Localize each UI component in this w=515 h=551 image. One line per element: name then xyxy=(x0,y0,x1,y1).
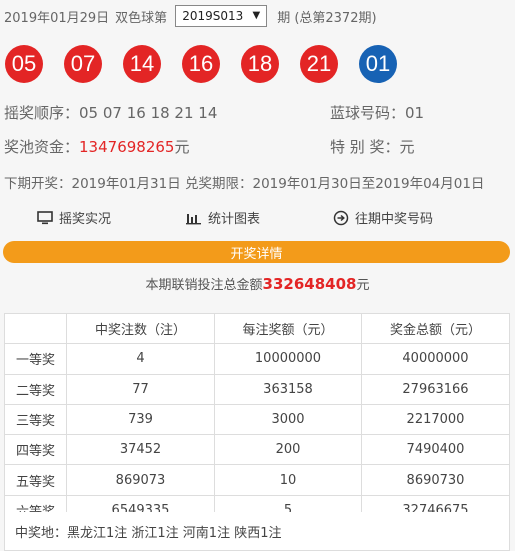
draw-header: 2019年01月29日 双色球第 2019S013 ▼ 期 (总第2372期) xyxy=(4,4,377,28)
total-sales-unit: 元 xyxy=(356,278,370,293)
stats-chart-label: 统计图表 xyxy=(208,212,261,227)
winner-count: 739 xyxy=(66,403,215,436)
prize-table: 中奖注数（注） 每注奖额（元） 奖金总额（元） 一等奖 4 10000000 4… xyxy=(4,312,510,527)
arrow-circle-icon xyxy=(333,210,349,225)
red-ball: 05 xyxy=(5,45,43,83)
special-prize: 特 别 奖：元 xyxy=(330,136,415,157)
draw-order: 摇奖顺序：05 07 16 18 21 14 xyxy=(4,102,217,123)
prize-level: 一等奖 xyxy=(4,343,67,375)
blue-number-label: 蓝球号码： xyxy=(330,104,406,122)
red-ball: 14 xyxy=(123,45,161,83)
total-sales-amount: 332648408 xyxy=(262,275,357,293)
total-sales-label: 本期联销投注总金额 xyxy=(145,278,263,293)
live-draw-label: 摇奖实况 xyxy=(59,212,112,227)
prize-level: 四等奖 xyxy=(4,434,67,466)
prize-per-bet: 200 xyxy=(214,434,362,466)
table-header: 奖金总额（元） xyxy=(361,312,510,345)
prize-pool: 奖池资金：1347698265元 xyxy=(4,136,189,157)
winning-regions-text: 中奖地：黑龙江1注 浙江1注 河南1注 陕西1注 xyxy=(15,526,282,541)
table-row: 三等奖 739 3000 2217000 xyxy=(4,403,510,436)
red-ball: 21 xyxy=(300,45,338,83)
table-header: 中奖注数（注） xyxy=(66,312,215,345)
special-prize-value: 元 xyxy=(399,138,415,156)
game-name: 双色球第 xyxy=(115,10,168,26)
winner-count: 4 xyxy=(66,343,215,375)
table-row: 五等奖 869073 10 8690730 xyxy=(4,464,510,496)
prize-total: 27963166 xyxy=(361,373,510,405)
draw-period-value: 2019S013 xyxy=(182,9,244,23)
table-row: 四等奖 37452 200 7490400 xyxy=(4,434,510,466)
table-row: 二等奖 77 363158 27963166 xyxy=(4,373,510,405)
draw-order-value: 05 07 16 18 21 14 xyxy=(79,104,218,122)
table-header: 每注奖额（元） xyxy=(214,312,362,345)
history-link[interactable]: 往期中奖号码 xyxy=(333,208,433,227)
prize-total: 7490400 xyxy=(361,434,510,466)
prize-total: 2217000 xyxy=(361,403,510,436)
blue-number: 蓝球号码：01 xyxy=(330,102,424,123)
table-header-row: 中奖注数（注） 每注奖额（元） 奖金总额（元） xyxy=(4,312,510,345)
live-draw-link[interactable]: 摇奖实况 xyxy=(37,208,111,227)
prize-pool-value: 1347698265 xyxy=(79,138,175,156)
blue-number-value: 01 xyxy=(405,104,425,122)
special-prize-label: 特 别 奖： xyxy=(330,138,400,156)
blue-ball: 01 xyxy=(359,45,397,83)
prize-level: 二等奖 xyxy=(4,373,67,405)
stats-chart-link[interactable]: 统计图表 xyxy=(186,208,260,227)
red-ball: 16 xyxy=(182,45,220,83)
draw-details-bar[interactable]: 开奖详情 xyxy=(3,241,510,263)
winner-count: 37452 xyxy=(66,434,215,466)
total-sales: 本期联销投注总金额332648408元 xyxy=(0,274,515,293)
red-ball: 07 xyxy=(64,45,102,83)
prize-level: 三等奖 xyxy=(4,403,67,436)
bar-chart-icon xyxy=(186,213,201,224)
prize-pool-unit: 元 xyxy=(174,138,190,156)
prize-per-bet: 10 xyxy=(214,464,362,496)
prize-pool-label: 奖池资金： xyxy=(4,138,80,156)
chevron-down-icon: ▼ xyxy=(252,10,261,21)
draw-order-label: 摇奖顺序： xyxy=(4,104,80,122)
table-row: 一等奖 4 10000000 40000000 xyxy=(4,343,510,375)
prize-level: 五等奖 xyxy=(4,464,67,496)
winner-count: 869073 xyxy=(66,464,215,496)
prize-per-bet: 3000 xyxy=(214,403,362,436)
winning-regions: 中奖地：黑龙江1注 浙江1注 河南1注 陕西1注 xyxy=(4,512,510,551)
prize-per-bet: 363158 xyxy=(214,373,362,405)
next-draw-info: 下期开奖：2019年01月31日 兑奖期限：2019年01月30日至2019年0… xyxy=(4,176,485,192)
prize-per-bet: 10000000 xyxy=(214,343,362,375)
monitor-icon xyxy=(37,210,53,224)
red-ball: 18 xyxy=(241,45,279,83)
prize-total: 40000000 xyxy=(361,343,510,375)
nav-links: 摇奖实况 统计图表 往期中奖号码 xyxy=(0,208,515,230)
draw-period-select[interactable]: 2019S013 ▼ xyxy=(175,5,268,27)
table-header xyxy=(4,312,67,345)
winner-count: 77 xyxy=(66,373,215,405)
draw-date: 2019年01月29日 xyxy=(4,10,110,26)
history-label: 往期中奖号码 xyxy=(355,212,434,227)
period-total: 期 (总第2372期) xyxy=(277,10,377,26)
prize-total: 8690730 xyxy=(361,464,510,496)
winning-numbers: 05 07 14 16 18 21 01 xyxy=(5,45,418,83)
